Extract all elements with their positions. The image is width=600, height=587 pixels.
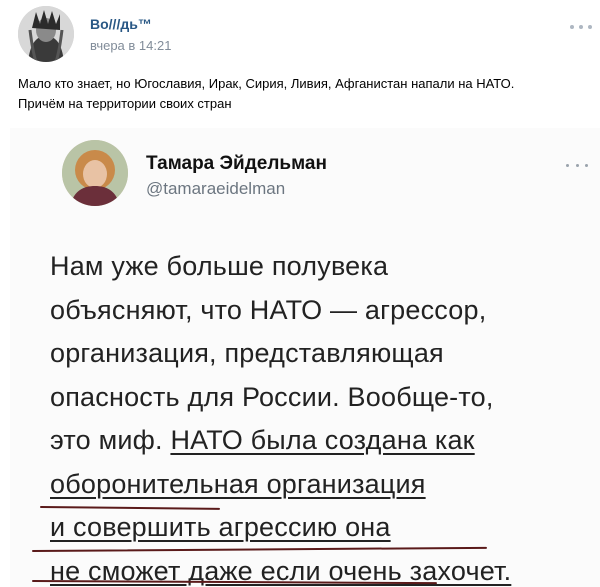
- tweet-line: и совершить агрессию она: [50, 506, 595, 550]
- tweet-avatar-image: [62, 140, 128, 206]
- underlined-text: НАТО была создана как: [170, 425, 475, 455]
- tweet-line: оборонительная организация: [50, 463, 595, 507]
- tweet-author-avatar: [62, 140, 128, 206]
- post-time[interactable]: вчера в 14:21: [90, 38, 171, 53]
- tweet-line: это миф. НАТО была создана как: [50, 419, 595, 463]
- author-name[interactable]: Во///дь™: [90, 16, 152, 32]
- tweet-line-text: Нам уже больше полувека: [50, 251, 389, 281]
- tweet-author-handle: @tamaraeidelman: [146, 179, 286, 198]
- more-horizontal-icon: [566, 162, 588, 168]
- post-text-line: Причём на территории своих стран: [18, 96, 232, 111]
- attached-tweet-screenshot[interactable]: Тамара Эйдельман @tamaraeidelman Нам уже…: [10, 128, 600, 587]
- menu-dot: [575, 163, 579, 167]
- menu-dot: [579, 25, 583, 29]
- menu-dot: [585, 163, 588, 167]
- tweet-author-name: Тамара Эйдельман: [146, 153, 327, 174]
- tweet-line-text: опасность для России. Вообще-то,: [50, 381, 494, 412]
- underlined-text: оборонительная организация: [50, 468, 426, 499]
- post-text: Мало кто знает, но Югославия, Ирак, Сири…: [18, 74, 592, 114]
- tweet-line: организация, представляющая: [50, 332, 595, 376]
- menu-dot: [588, 25, 592, 29]
- tweet-line-text: объясняют, что НАТО — агрессор,: [50, 294, 487, 325]
- menu-dot: [570, 25, 574, 29]
- tweet-line: объясняют, что НАТО — агрессор,: [50, 289, 595, 333]
- post-header: Во///дь™ вчера в 14:21: [18, 6, 592, 62]
- more-horizontal-icon[interactable]: [570, 20, 592, 34]
- menu-dot: [566, 163, 569, 167]
- tweet-line: Нам уже больше полувека: [50, 245, 595, 289]
- tweet-line: опасность для России. Вообще-то,: [50, 376, 595, 420]
- avatar-image: [18, 6, 74, 62]
- author-avatar[interactable]: [18, 6, 74, 62]
- post-text-line: Мало кто знает, но Югославия, Ирак, Сири…: [18, 76, 515, 91]
- underlined-text: и совершить агрессию она: [50, 512, 391, 542]
- tweet-body: Нам уже больше полувека объясняют, что Н…: [50, 245, 595, 587]
- tweet-line-text: организация, представляющая: [50, 338, 444, 368]
- tweet-line-text: это миф.: [50, 425, 171, 455]
